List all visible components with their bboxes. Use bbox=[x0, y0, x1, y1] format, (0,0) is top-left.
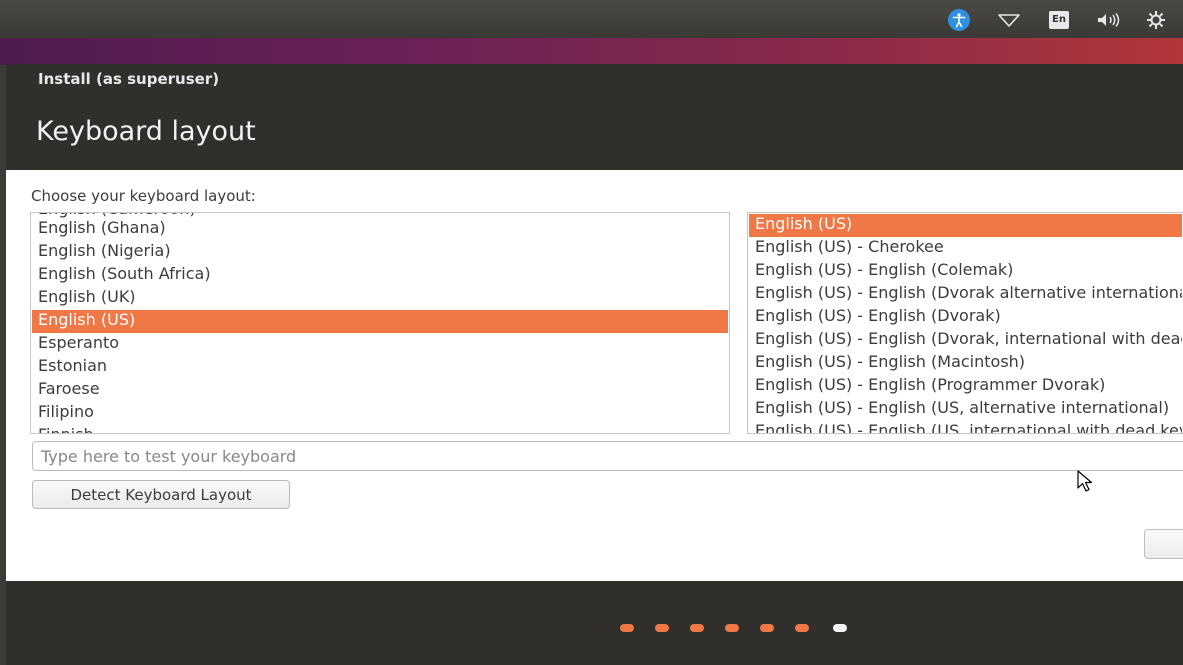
mouse-cursor-icon bbox=[1077, 470, 1093, 492]
desktop-wallpaper bbox=[0, 38, 1183, 65]
page-title: Keyboard layout bbox=[36, 116, 256, 147]
list-item[interactable]: Estonian bbox=[32, 356, 728, 379]
volume-icon[interactable] bbox=[1094, 9, 1124, 31]
progress-footer bbox=[6, 581, 1183, 665]
list-item[interactable]: English (US) - English (Dvorak) bbox=[749, 306, 1182, 329]
keyboard-layout-indicator[interactable]: En bbox=[1046, 9, 1072, 31]
list-item-selected[interactable]: English (US) bbox=[749, 214, 1182, 237]
progress-dot bbox=[760, 624, 774, 632]
list-item[interactable]: English (US) - English (Colemak) bbox=[749, 260, 1182, 283]
choose-layout-label: Choose your keyboard layout: bbox=[31, 187, 256, 205]
list-item[interactable]: English (US) - English (US, alternative … bbox=[749, 398, 1182, 421]
list-item[interactable]: English (South Africa) bbox=[32, 264, 728, 287]
list-item[interactable]: Filipino bbox=[32, 402, 728, 425]
keyboard-layout-label: En bbox=[1049, 11, 1069, 29]
progress-dot bbox=[795, 624, 809, 632]
list-item[interactable]: English (US) - English (US, internationa… bbox=[749, 421, 1182, 433]
list-item[interactable]: English (US) - Cherokee bbox=[749, 237, 1182, 260]
window-title: Install (as superuser) bbox=[38, 70, 220, 88]
progress-dot bbox=[690, 624, 704, 632]
top-panel: En bbox=[0, 0, 1183, 38]
list-item[interactable]: Faroese bbox=[32, 379, 728, 402]
list-item[interactable]: Finnish bbox=[32, 425, 728, 433]
window-header: Install (as superuser) Keyboard layout bbox=[6, 64, 1183, 170]
progress-dot bbox=[620, 624, 634, 632]
list-item[interactable]: English (US) - English (Programmer Dvora… bbox=[749, 375, 1182, 398]
list-item[interactable]: English (Ghana) bbox=[32, 218, 728, 241]
settings-icon[interactable] bbox=[1143, 9, 1169, 31]
list-item[interactable]: English (US) - English (Macintosh) bbox=[749, 352, 1182, 375]
installer-window: Install (as superuser) Keyboard layout C… bbox=[6, 64, 1183, 665]
list-item[interactable]: Esperanto bbox=[32, 333, 728, 356]
progress-dot-current bbox=[833, 624, 847, 632]
progress-dot bbox=[655, 624, 669, 632]
list-item-selected[interactable]: English (US) bbox=[32, 310, 728, 333]
keyboard-test-input[interactable] bbox=[32, 441, 1183, 471]
list-item[interactable]: English (UK) bbox=[32, 287, 728, 310]
list-item[interactable]: English (US) - English (Dvorak, internat… bbox=[749, 329, 1182, 352]
navigation-button[interactable] bbox=[1144, 529, 1183, 559]
accessibility-icon[interactable] bbox=[947, 9, 971, 31]
variant-list[interactable]: English (US) English (US) - Cherokee Eng… bbox=[747, 212, 1183, 434]
list-item[interactable]: English (US) - English (Dvorak alternati… bbox=[749, 283, 1182, 306]
layout-list[interactable]: English (Cameroon) English (Ghana) Engli… bbox=[30, 212, 730, 434]
list-item[interactable]: English (Nigeria) bbox=[32, 241, 728, 264]
detect-keyboard-layout-button[interactable]: Detect Keyboard Layout bbox=[32, 480, 290, 509]
progress-dot bbox=[725, 624, 739, 632]
wifi-icon[interactable] bbox=[996, 9, 1022, 31]
